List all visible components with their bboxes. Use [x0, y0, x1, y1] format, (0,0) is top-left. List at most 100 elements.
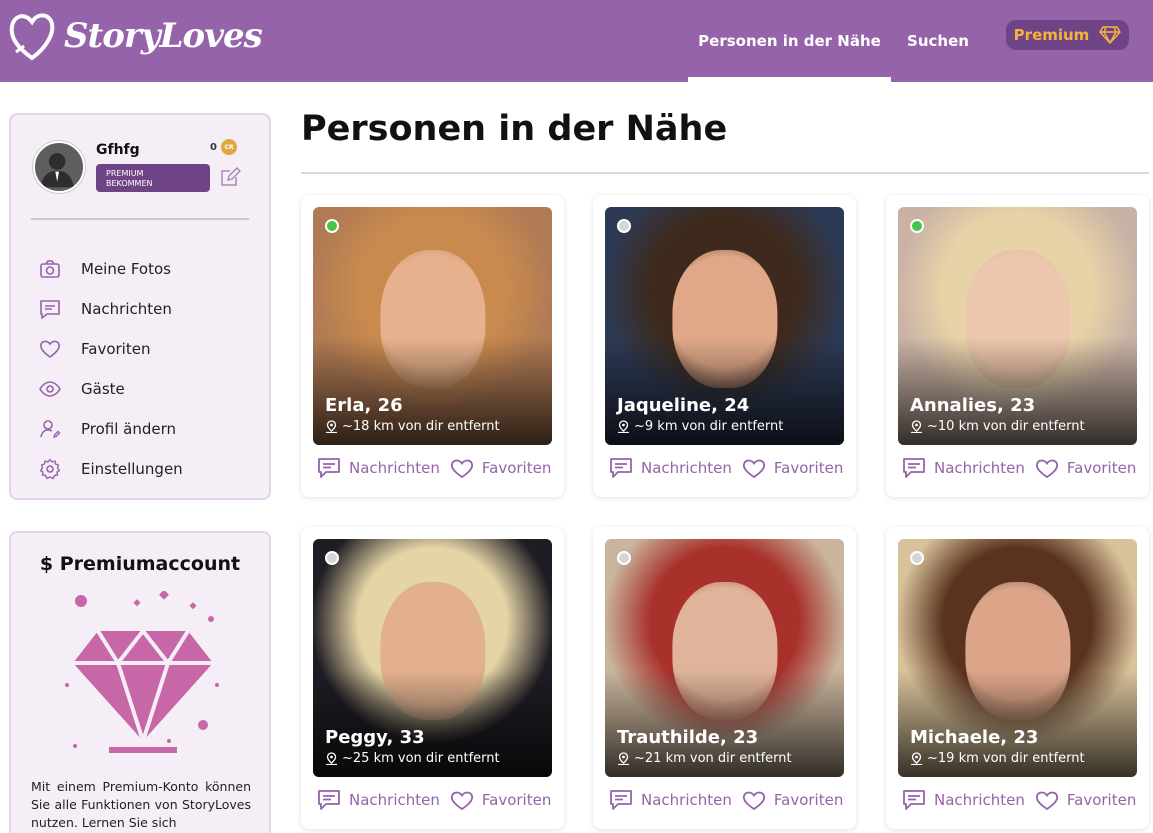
distance-text: ~9 km von dir entfernt — [634, 419, 784, 434]
favorite-button[interactable]: Favoriten — [742, 457, 843, 479]
camera-icon — [40, 260, 60, 278]
divider — [31, 218, 249, 220]
profile-distance: ~18 km von dir entfernt — [325, 419, 500, 434]
premium-button[interactable]: Premium — [1006, 20, 1129, 50]
heart-icon — [1035, 791, 1058, 811]
message-icon — [610, 458, 632, 478]
favorite-button[interactable]: Favoriten — [450, 457, 551, 479]
profile-card-item[interactable]: Trauthilde, 23 ~21 km von dir entfernt N… — [593, 527, 856, 829]
premium-line-1: PREMIUM — [106, 169, 144, 178]
menu-item-favorites[interactable]: Favoriten — [39, 329, 183, 369]
location-pin-icon — [326, 752, 337, 765]
heart-icon — [450, 791, 473, 811]
favorite-button[interactable]: Favoriten — [1035, 789, 1136, 811]
favorite-label: Favoriten — [481, 459, 552, 477]
eye-icon — [39, 381, 61, 397]
message-button[interactable]: Nachrichten — [609, 789, 732, 811]
premium-title: $ Premiumaccount — [39, 553, 241, 575]
menu-item-photos[interactable]: Meine Fotos — [39, 249, 183, 289]
nav-search[interactable]: Suchen — [896, 0, 980, 82]
menu-item-edit-profile[interactable]: Profil ändern — [39, 409, 183, 449]
coin-icon: CR — [220, 139, 237, 155]
profile-card-item[interactable]: Peggy, 33 ~25 km von dir entfernt Nachri… — [301, 527, 564, 829]
favorite-label: Favoriten — [773, 791, 844, 809]
favorite-button[interactable]: Favoriten — [742, 789, 843, 811]
message-button[interactable]: Nachrichten — [609, 457, 732, 479]
location-pin-icon — [326, 420, 337, 433]
online-status-icon — [617, 219, 631, 233]
message-icon — [610, 790, 632, 810]
favorite-label: Favoriten — [481, 791, 552, 809]
profile-card: Gfhfg 0 CR PREMIUM BEKOMMEN Meine Fotos … — [9, 113, 271, 500]
card-actions: Nachrichten Favoriten — [609, 789, 853, 811]
message-label: Nachrichten — [934, 791, 1025, 809]
distance-text: ~21 km von dir entfernt — [634, 751, 792, 766]
profile-photo[interactable]: Trauthilde, 23 ~21 km von dir entfernt — [605, 539, 844, 777]
location-pin-icon — [911, 752, 922, 765]
message-button[interactable]: Nachrichten — [902, 789, 1025, 811]
premium-promo-card: $ Premiumaccount Mit einem Premium-Konto… — [9, 531, 271, 833]
menu-label: Favoriten — [81, 340, 151, 358]
favorite-label: Favoriten — [1066, 791, 1137, 809]
distance-text: ~19 km von dir entfernt — [927, 751, 1085, 766]
message-button[interactable]: Nachrichten — [317, 789, 440, 811]
menu-label: Nachrichten — [81, 300, 172, 318]
avatar[interactable] — [33, 141, 85, 193]
profile-card-item[interactable]: Erla, 26 ~18 km von dir entfernt Nachric… — [301, 195, 564, 497]
profile-card-item[interactable]: Michaele, 23 ~19 km von dir entfernt Nac… — [886, 527, 1149, 829]
diamond-icon — [1099, 26, 1122, 44]
nav-nearby[interactable]: Personen in der Nähe — [688, 0, 891, 82]
message-button[interactable]: Nachrichten — [317, 457, 440, 479]
message-label: Nachrichten — [641, 791, 732, 809]
heart-icon — [450, 459, 473, 479]
title-divider — [301, 172, 1149, 174]
premium-description: Mit einem Premium-Konto können Sie alle … — [31, 779, 251, 830]
profile-photo[interactable]: Michaele, 23 ~19 km von dir entfernt — [898, 539, 1137, 777]
heart-icon — [1035, 459, 1058, 479]
edit-icon[interactable] — [219, 166, 241, 188]
heart-icon — [742, 791, 765, 811]
online-status-icon — [910, 551, 924, 565]
location-pin-icon — [618, 752, 629, 765]
message-label: Nachrichten — [934, 459, 1025, 477]
heart-logo-icon — [9, 13, 55, 61]
profile-photo[interactable]: Erla, 26 ~18 km von dir entfernt — [313, 207, 552, 445]
profile-photo[interactable]: Jaqueline, 24 ~9 km von dir entfernt — [605, 207, 844, 445]
card-actions: Nachrichten Favoriten — [317, 789, 561, 811]
favorite-label: Favoriten — [1066, 459, 1137, 477]
profile-distance: ~10 km von dir entfernt — [910, 419, 1085, 434]
card-actions: Nachrichten Favoriten — [902, 457, 1146, 479]
online-status-icon — [617, 551, 631, 565]
message-button[interactable]: Nachrichten — [902, 457, 1025, 479]
profile-card-item[interactable]: Annalies, 23 ~10 km von dir entfernt Nac… — [886, 195, 1149, 497]
profile-distance: ~25 km von dir entfernt — [325, 751, 500, 766]
favorite-button[interactable]: Favoriten — [450, 789, 551, 811]
favorite-label: Favoriten — [773, 459, 844, 477]
menu-item-guests[interactable]: Gäste — [39, 369, 183, 409]
profile-photo[interactable]: Peggy, 33 ~25 km von dir entfernt — [313, 539, 552, 777]
location-pin-icon — [911, 420, 922, 433]
get-premium-button[interactable]: PREMIUM BEKOMMEN — [96, 164, 210, 192]
profile-name: Michaele, 23 — [910, 727, 1039, 748]
menu-item-settings[interactable]: Einstellungen — [39, 449, 183, 489]
menu-item-messages[interactable]: Nachrichten — [39, 289, 183, 329]
profile-name: Annalies, 23 — [910, 395, 1036, 416]
side-menu: Meine Fotos Nachrichten Favoriten Gäste … — [39, 249, 183, 489]
profile-photo[interactable]: Annalies, 23 ~10 km von dir entfernt — [898, 207, 1137, 445]
location-pin-icon — [618, 420, 629, 433]
menu-label: Einstellungen — [81, 460, 183, 478]
profile-distance: ~9 km von dir entfernt — [617, 419, 783, 434]
profile-card-item[interactable]: Jaqueline, 24 ~9 km von dir entfernt Nac… — [593, 195, 856, 497]
gear-icon — [39, 458, 61, 480]
online-status-icon — [325, 551, 339, 565]
brand-name: StoryLoves — [64, 16, 263, 56]
brand-logo[interactable]: StoryLoves — [8, 6, 263, 66]
menu-label: Gäste — [81, 380, 125, 398]
favorite-button[interactable]: Favoriten — [1035, 457, 1136, 479]
message-icon — [903, 458, 925, 478]
online-status-icon — [325, 219, 339, 233]
premium-line-2: BEKOMMEN — [106, 179, 153, 188]
message-icon — [903, 790, 925, 810]
credits-display[interactable]: 0 CR — [210, 139, 237, 155]
distance-text: ~10 km von dir entfernt — [927, 419, 1085, 434]
